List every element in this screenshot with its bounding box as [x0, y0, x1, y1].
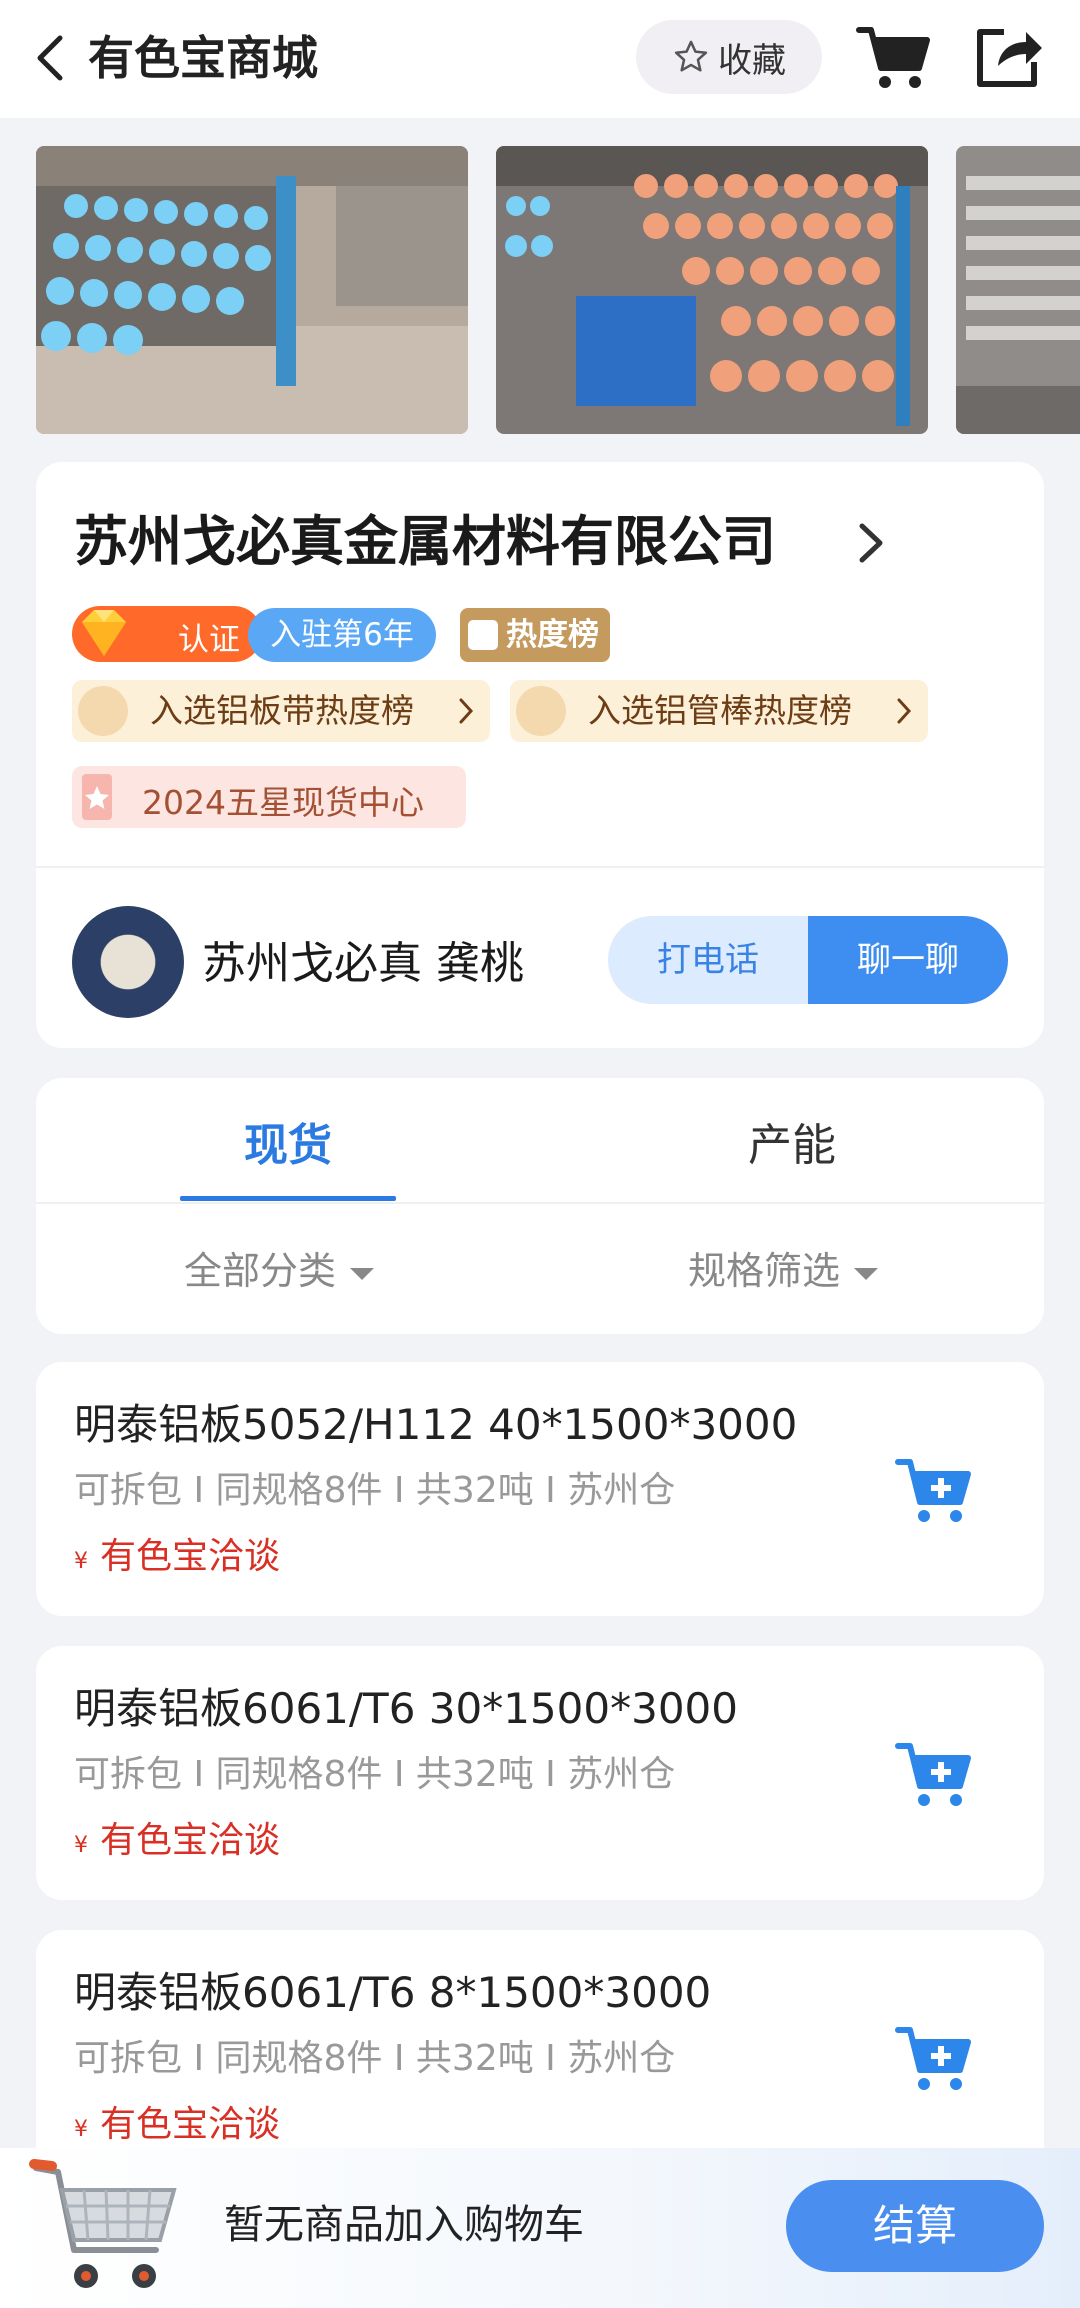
page-title: 有色宝商城 [88, 31, 318, 85]
product-title: 明泰铝板5052/H112 40*1500*3000 [74, 1400, 798, 1449]
chevron-right-icon [897, 698, 912, 724]
divider [36, 1202, 1044, 1204]
call-button[interactable]: 打电话 [608, 916, 808, 1004]
company-name[interactable]: 苏州戈必真金属材料有限公司 [74, 504, 776, 580]
product-title: 明泰铝板6061/T6 8*1500*3000 [74, 1968, 712, 2017]
product-price: ¥ 有色宝洽谈 [74, 2100, 280, 2155]
chevron-right-icon [459, 698, 474, 724]
years-badge: 入驻第6年 [248, 608, 436, 662]
cert-badge: 认证 [72, 606, 262, 662]
cart-empty-message: 暂无商品加入购物车 [224, 2202, 584, 2248]
rank-icon [516, 686, 566, 736]
product-price: ¥ 有色宝洽谈 [74, 1816, 280, 1871]
add-to-cart-icon[interactable] [894, 1738, 974, 1810]
currency-symbol: ¥ [74, 1549, 88, 1574]
rank-label: 入选铝板带热度榜 [150, 691, 414, 730]
product-meta: 可拆包 I 同规格8件 I 共32吨 I 苏州仓 [74, 1470, 676, 1511]
rank-icon [78, 686, 128, 736]
price-label: 有色宝洽谈 [100, 1536, 281, 1577]
avatar[interactable] [72, 906, 184, 1018]
currency-symbol: ¥ [74, 1833, 88, 1858]
trolley-icon[interactable] [28, 2154, 184, 2304]
spec-filter-label: 规格筛选 [688, 1249, 841, 1293]
favorite-label: 收藏 [718, 40, 786, 81]
hot-label: 热度榜 [506, 617, 599, 653]
caret-down-icon [854, 1267, 879, 1280]
caret-down-icon [350, 1267, 375, 1280]
gallery-photo[interactable] [496, 146, 928, 434]
award-badge: 2024五星现货中心 [72, 766, 466, 828]
chevron-right-icon[interactable] [854, 518, 888, 568]
add-to-cart-icon[interactable] [894, 1454, 974, 1526]
share-icon[interactable] [970, 22, 1046, 92]
product-price: ¥ 有色宝洽谈 [74, 1532, 280, 1587]
tab-indicator [180, 1196, 396, 1201]
gallery-photo[interactable] [36, 146, 468, 434]
price-label: 有色宝洽谈 [100, 2104, 281, 2145]
price-label: 有色宝洽谈 [100, 1820, 281, 1861]
divider [36, 866, 1044, 868]
cart-icon[interactable] [855, 22, 931, 92]
hot-icon [468, 620, 498, 650]
chat-button[interactable]: 聊一聊 [808, 916, 1008, 1004]
category-filter-label: 全部分类 [184, 1249, 337, 1293]
photo-gallery[interactable] [0, 146, 1080, 436]
hot-badge: 热度榜 [460, 608, 610, 662]
gallery-photo[interactable] [956, 146, 1080, 434]
contact-name: 苏州戈必真 龚桃 [202, 938, 524, 989]
cert-label: 认证 [178, 622, 240, 658]
tabs-card: 现货 产能 全部分类 规格筛选 [36, 1078, 1044, 1334]
rank-label: 入选铝管棒热度榜 [588, 691, 852, 730]
category-filter[interactable]: 全部分类 [184, 1244, 375, 1298]
checkout-button[interactable]: 结算 [786, 2180, 1044, 2272]
top-bar: 有色宝商城 收藏 [0, 0, 1080, 118]
product-card[interactable]: 明泰铝板6061/T6 30*1500*3000 可拆包 I 同规格8件 I 共… [36, 1646, 1044, 1900]
tab-stock[interactable]: 现货 [244, 1116, 332, 1176]
company-card: 苏州戈必真金属材料有限公司 认证 入驻第6年 热度榜 入选铝板带热度榜 入选铝管… [36, 462, 1044, 1048]
add-to-cart-icon[interactable] [894, 2022, 974, 2094]
product-card[interactable]: 明泰铝板6061/T6 8*1500*3000 可拆包 I 同规格8件 I 共3… [36, 1930, 1044, 2184]
product-title: 明泰铝板6061/T6 30*1500*3000 [74, 1684, 738, 1733]
award-label: 2024五星现货中心 [142, 783, 424, 822]
rank-badge-tube[interactable]: 入选铝管棒热度榜 [510, 680, 928, 742]
back-icon[interactable] [30, 30, 70, 86]
product-meta: 可拆包 I 同规格8件 I 共32吨 I 苏州仓 [74, 1754, 676, 1795]
product-card[interactable]: 明泰铝板5052/H112 40*1500*3000 可拆包 I 同规格8件 I… [36, 1362, 1044, 1616]
currency-symbol: ¥ [74, 2117, 88, 2142]
tab-capacity[interactable]: 产能 [748, 1116, 836, 1176]
cart-bar: 暂无商品加入购物车 结算 [0, 2148, 1080, 2308]
star-icon [674, 40, 708, 72]
product-meta: 可拆包 I 同规格8件 I 共32吨 I 苏州仓 [74, 2038, 676, 2079]
medal-icon [82, 774, 112, 820]
spec-filter[interactable]: 规格筛选 [688, 1244, 879, 1298]
rank-badge-plate[interactable]: 入选铝板带热度榜 [72, 680, 490, 742]
favorite-button[interactable]: 收藏 [636, 20, 822, 94]
diamond-icon [82, 610, 126, 656]
